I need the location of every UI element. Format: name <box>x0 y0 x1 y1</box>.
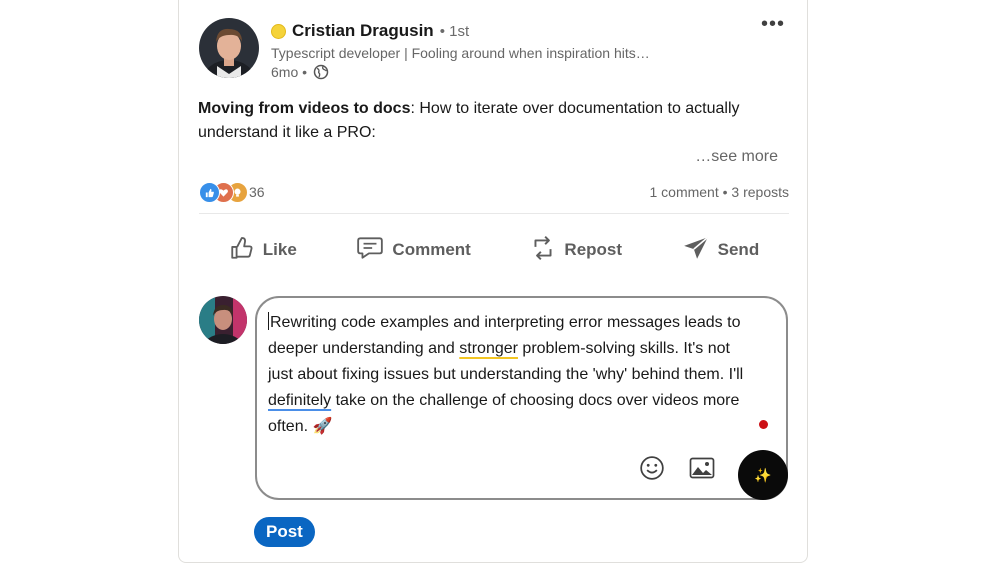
send-icon <box>682 235 710 266</box>
reactions-count: 36 <box>249 184 265 200</box>
post-card: Cristian Dragusin • 1st Typescript devel… <box>178 0 808 563</box>
post-text-bold: Moving from videos to docs <box>198 100 411 117</box>
like-reaction-icon <box>199 182 220 203</box>
send-button[interactable]: Send <box>674 229 768 272</box>
like-button[interactable]: Like <box>221 229 305 272</box>
more-icon[interactable]: ••• <box>761 14 785 34</box>
reaction-icons <box>199 182 248 203</box>
social-actions-bar: Like Comment Repost Send <box>199 228 789 272</box>
author-headline: Typescript developer | Fooling around wh… <box>271 45 650 61</box>
repost-label: Repost <box>564 240 623 259</box>
emoji-icon[interactable] <box>638 454 666 482</box>
status-dot-icon <box>271 23 286 39</box>
repost-icon <box>530 234 556 267</box>
reactions-summary[interactable]: 36 <box>199 182 265 203</box>
connection-degree: • 1st <box>439 22 470 40</box>
post-time: 6mo • <box>271 64 308 80</box>
see-more-link[interactable]: …see more <box>695 148 778 166</box>
notification-dot <box>759 420 768 429</box>
like-label: Like <box>262 240 297 259</box>
sparkle-icon[interactable]: ✨ <box>738 450 788 500</box>
globe-icon <box>313 64 329 80</box>
text-caret <box>268 312 269 330</box>
comment-icon <box>356 235 384 266</box>
send-label: Send <box>717 240 760 259</box>
grammar-suggestion[interactable]: stronger <box>459 340 518 357</box>
author-line: Cristian Dragusin • 1st <box>271 20 469 42</box>
comment-text-part-3: take on the challenge of choosing docs o… <box>268 392 740 435</box>
post-meta: 6mo • <box>271 64 329 80</box>
thumbs-up-icon <box>229 235 255 266</box>
author-name[interactable]: Cristian Dragusin <box>292 21 434 41</box>
post-button[interactable]: Post <box>254 517 315 547</box>
comment-input[interactable]: Rewriting code examples and interpreting… <box>255 296 788 500</box>
post-text: Moving from videos to docs: How to itera… <box>198 97 778 145</box>
image-icon[interactable] <box>688 454 716 482</box>
current-user-avatar[interactable] <box>199 296 247 344</box>
comment-button[interactable]: Comment <box>348 229 478 272</box>
spelling-suggestion[interactable]: definitely <box>268 392 331 409</box>
comment-label: Comment <box>392 240 471 259</box>
repost-button[interactable]: Repost <box>522 228 630 273</box>
divider <box>199 213 789 214</box>
author-avatar[interactable] <box>199 18 259 78</box>
comment-text[interactable]: Rewriting code examples and interpreting… <box>268 310 758 440</box>
comment-tools: ✨ <box>638 450 788 500</box>
social-counts[interactable]: 1 comment • 3 reposts <box>649 184 789 200</box>
